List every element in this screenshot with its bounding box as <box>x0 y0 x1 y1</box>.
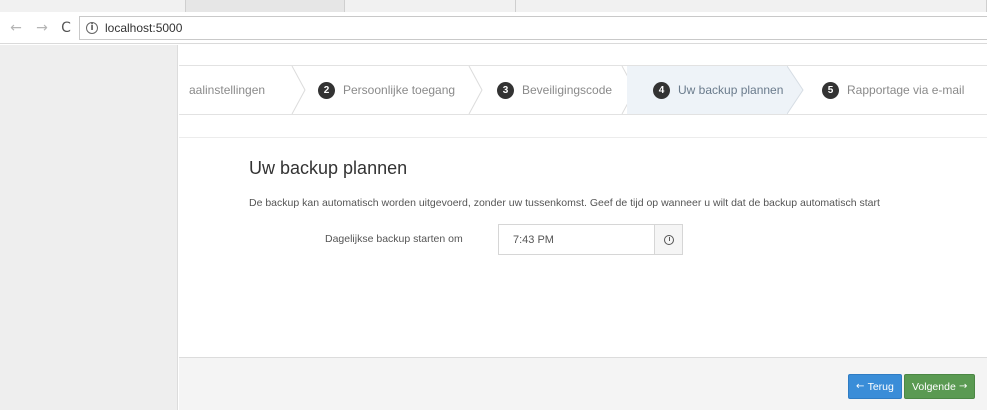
wizard-steps: aalinstellingen 2 Persoonlijke toegang 3… <box>179 65 987 115</box>
wizard-step-4[interactable]: 4 Uw backup plannen <box>627 66 787 114</box>
step-divider-active <box>787 66 804 114</box>
step-label: Uw backup plannen <box>678 83 784 97</box>
back-button[interactable]: ← Terug <box>848 374 902 399</box>
backup-time-label: Dagelijkse backup starten om <box>325 233 463 245</box>
divider <box>179 137 987 138</box>
back-icon[interactable]: ← <box>8 19 24 37</box>
backup-time-input[interactable] <box>498 224 655 255</box>
wizard-step-1[interactable]: aalinstellingen <box>189 66 299 114</box>
step-number: 5 <box>822 81 839 99</box>
time-picker-button[interactable] <box>655 224 683 255</box>
step-number: 2 <box>318 81 335 99</box>
arrow-right-icon: → <box>955 381 968 392</box>
forward-icon[interactable]: → <box>34 19 50 37</box>
wizard-step-3[interactable]: 3 Beveiligingscode <box>497 66 627 114</box>
step-label: Persoonlijke toegang <box>343 83 456 97</box>
wizard: aalinstellingen 2 Persoonlijke toegang 3… <box>179 45 987 410</box>
step-label: Beveiligingscode <box>522 83 613 97</box>
page-description: De backup kan automatisch worden uitgevo… <box>249 197 880 209</box>
wizard-step-2[interactable]: 2 Persoonlijke toegang <box>318 66 483 114</box>
reload-icon[interactable]: C <box>58 19 74 37</box>
browser-tab-strip <box>0 0 987 12</box>
browser-tab[interactable] <box>185 0 345 12</box>
back-button-label: Terug <box>867 380 894 393</box>
wizard-step-5[interactable]: 5 Rapportage via e-mail <box>822 66 987 114</box>
step-divider <box>468 66 483 114</box>
address-bar[interactable]: i localhost:5000 <box>79 16 987 40</box>
arrow-left-icon: ← <box>856 381 868 392</box>
page-title: Uw backup plannen <box>249 158 408 178</box>
step-divider <box>291 66 306 114</box>
browser-toolbar: ← → C i localhost:5000 <box>0 12 987 44</box>
step-label: aalinstellingen <box>189 83 266 97</box>
browser-tab[interactable] <box>515 0 987 12</box>
info-icon[interactable]: i <box>86 22 98 34</box>
step-number: 3 <box>497 81 514 99</box>
address-url[interactable]: localhost:5000 <box>105 21 182 35</box>
step-number: 4 <box>653 81 670 99</box>
next-button[interactable]: Volgende → <box>904 374 976 399</box>
left-panel <box>0 45 178 410</box>
clock-icon <box>663 234 674 245</box>
page-content: aalinstellingen 2 Persoonlijke toegang 3… <box>0 45 987 410</box>
step-label: Rapportage via e-mail <box>847 83 965 97</box>
next-button-label: Volgende <box>912 380 956 393</box>
wizard-footer: ← Terug Volgende → <box>179 357 987 410</box>
